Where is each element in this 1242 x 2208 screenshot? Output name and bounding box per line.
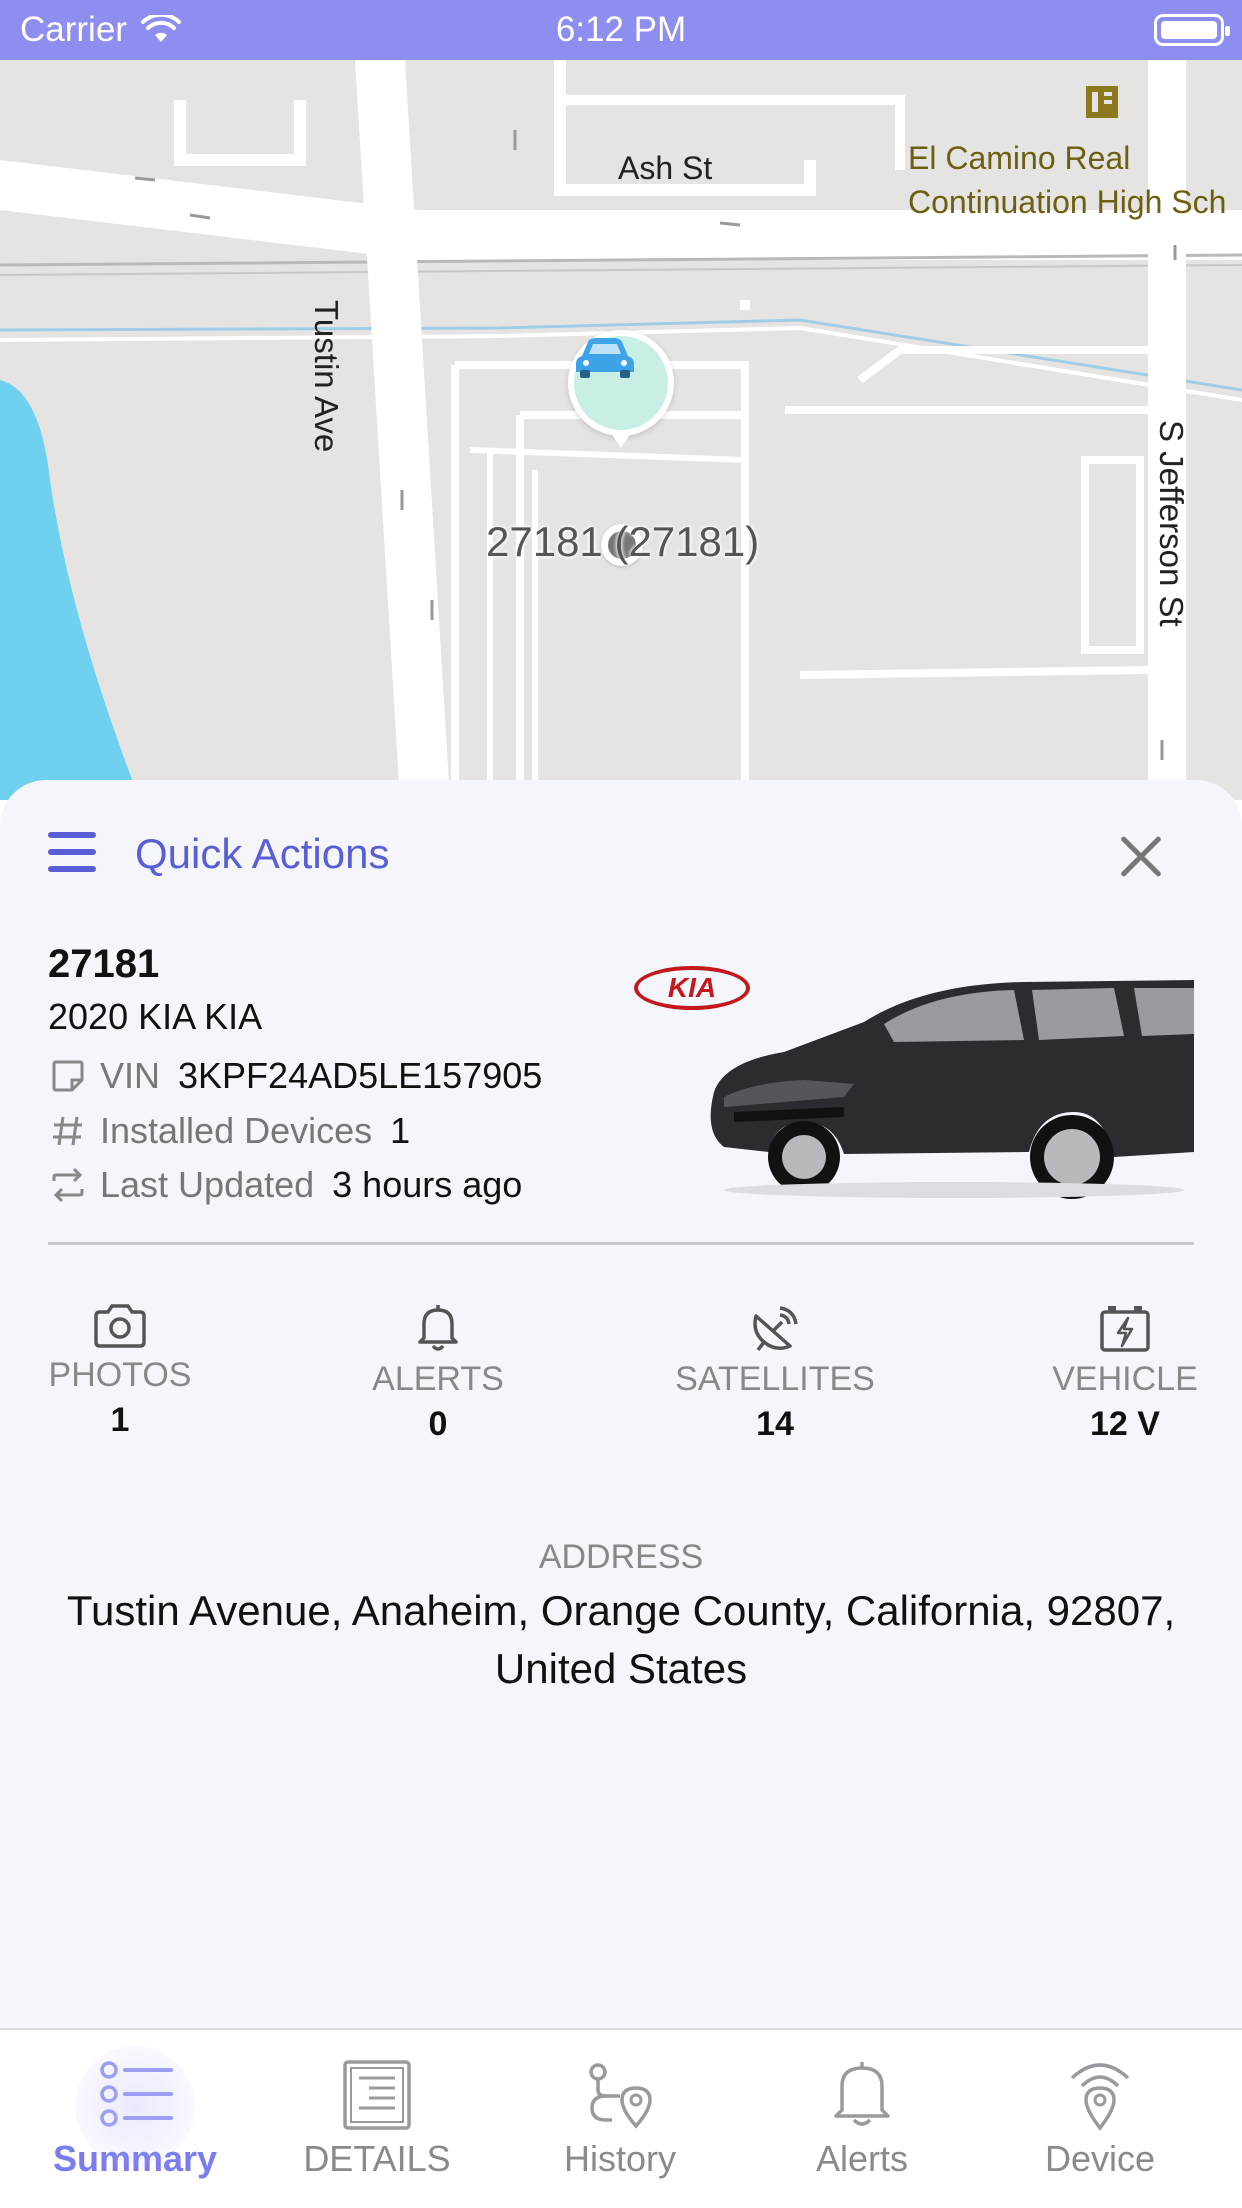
- location-signal-icon: [1070, 2063, 1130, 2131]
- street-label-jefferson: S Jefferson St: [1153, 420, 1190, 627]
- tab-details-label: DETAILS: [303, 2138, 451, 2179]
- divider: [48, 1242, 1194, 1245]
- vin-row: VIN 3KPF24AD5LE157905: [48, 1055, 542, 1097]
- vehicle-map-pin[interactable]: [568, 330, 674, 448]
- note-icon: [52, 1060, 84, 1092]
- status-time: 6:12 PM: [555, 10, 687, 49]
- stat-photos-value: 1: [110, 1401, 130, 1439]
- address-label: ADDRESS: [538, 1538, 704, 1576]
- satellite-icon: [753, 1306, 798, 1352]
- camera-icon: [94, 1304, 146, 1348]
- car-icon: [576, 338, 634, 378]
- vehicle-model: 2020 KIA KIA: [48, 996, 263, 1037]
- stat-alerts-value: 0: [428, 1405, 448, 1443]
- tab-bar: Summary DETAILS History Alerts: [0, 2028, 1242, 2208]
- bell-icon: [418, 1305, 458, 1351]
- tab-active-glow: [75, 2046, 195, 2166]
- address-text: Tustin Avenue, Anaheim, Orange County, C…: [66, 1587, 1176, 1692]
- vehicle-image: [710, 980, 1194, 1199]
- tab-summary[interactable]: Summary: [25, 2046, 245, 2180]
- status-bar: Carrier 6:12 PM: [0, 0, 1242, 60]
- document-icon: [343, 2060, 411, 2130]
- quick-actions-title: Quick Actions: [135, 830, 390, 877]
- poi-label-school: El Camino Real Continuation High Sch: [908, 140, 1227, 220]
- map-view[interactable]: Tustin Ave Ash St S Jefferson St El Cami…: [0, 60, 1242, 800]
- stat-satellites[interactable]: SATELLITES 14: [670, 1302, 880, 1444]
- close-icon[interactable]: [1118, 834, 1164, 880]
- stat-vehicle-label: VEHICLE: [1052, 1360, 1198, 1398]
- last-updated-label: Last Updated: [100, 1164, 315, 1205]
- stat-alerts-label: ALERTS: [372, 1360, 504, 1398]
- quick-actions-panel: Quick Actions 27181 2020 KIA KIA VIN 3KP…: [0, 780, 1242, 2028]
- tab-device[interactable]: Device: [990, 2056, 1210, 2180]
- menu-icon[interactable]: [48, 832, 96, 872]
- tab-alerts[interactable]: Alerts: [752, 2056, 972, 2180]
- stat-satellites-label: SATELLITES: [675, 1360, 875, 1398]
- stat-vehicle[interactable]: VEHICLE 12 V: [1040, 1302, 1210, 1444]
- battery-icon: [1100, 1306, 1150, 1352]
- route-icon: [589, 2063, 652, 2129]
- tab-history[interactable]: History: [510, 2056, 730, 2180]
- installed-devices-label: Installed Devices: [100, 1110, 373, 1151]
- tab-history-label: History: [563, 2138, 676, 2179]
- vehicle-id: 27181: [48, 942, 160, 986]
- sync-icon: [52, 1167, 84, 1203]
- street-label-tustin: Tustin Ave: [308, 300, 345, 453]
- street-label-ash: Ash St: [618, 150, 713, 186]
- last-updated-value: 3 hours ago: [332, 1164, 523, 1205]
- stat-vehicle-value: 12 V: [1090, 1405, 1160, 1443]
- installed-devices-row: Installed Devices 1: [48, 1110, 410, 1152]
- stat-alerts[interactable]: ALERTS 0: [358, 1302, 518, 1444]
- installed-devices-value: 1: [390, 1110, 411, 1151]
- vin-value: 3KPF24AD5LE157905: [178, 1055, 543, 1096]
- school-icon: [1086, 86, 1118, 118]
- stat-satellites-value: 14: [756, 1405, 794, 1443]
- stat-photos[interactable]: PHOTOS 1: [40, 1302, 200, 1440]
- battery-icon: [1154, 14, 1230, 46]
- bell-icon: [834, 2062, 890, 2126]
- stat-photos-label: PHOTOS: [48, 1356, 192, 1394]
- tab-alerts-label: Alerts: [815, 2138, 909, 2179]
- hash-icon: [53, 1116, 82, 1146]
- tab-details[interactable]: DETAILS: [267, 2056, 487, 2180]
- vin-label: VIN: [100, 1055, 161, 1096]
- vehicle-marker-label: 27181 (27181): [486, 518, 760, 565]
- last-updated-row: Last Updated 3 hours ago: [48, 1164, 522, 1206]
- tab-device-label: Device: [1044, 2138, 1156, 2179]
